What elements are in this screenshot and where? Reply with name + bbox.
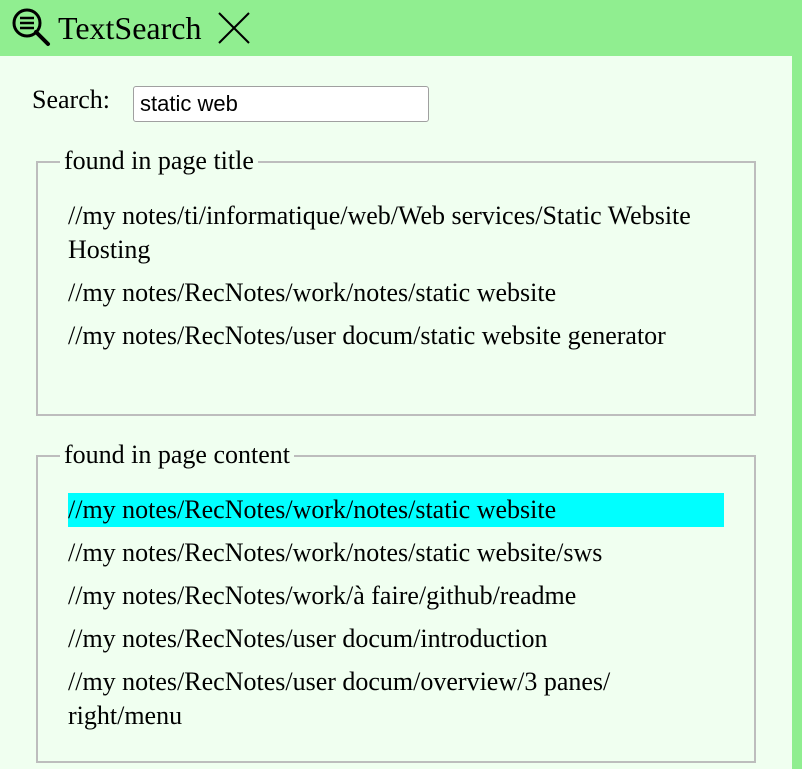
app-title: TextSearch bbox=[58, 10, 202, 46]
content-result-item[interactable]: //my notes/RecNotes/work/notes/static we… bbox=[68, 493, 724, 527]
search-list-icon bbox=[10, 6, 54, 50]
content-result-item[interactable]: //my notes/RecNotes/user docum/overview/… bbox=[68, 665, 724, 733]
close-icon[interactable] bbox=[215, 9, 253, 47]
title-result-item[interactable]: //my notes/ti/informatique/web/Web servi… bbox=[68, 199, 724, 267]
content-results-group: found in page content //my notes/RecNote… bbox=[36, 440, 756, 763]
panel-border bbox=[792, 56, 802, 769]
title-bar: TextSearch bbox=[0, 0, 802, 56]
content-results-list: //my notes/RecNotes/work/notes/static we… bbox=[68, 493, 724, 742]
title-results-legend: found in page title bbox=[60, 146, 258, 176]
title-result-item[interactable]: //my notes/RecNotes/user docum/static we… bbox=[68, 319, 724, 353]
content-result-item[interactable]: //my notes/RecNotes/user docum/introduct… bbox=[68, 622, 724, 656]
text-search-window: TextSearch Search: found in page title /… bbox=[0, 0, 802, 769]
title-results-group: found in page title //my notes/ti/inform… bbox=[36, 146, 756, 416]
content-results-legend: found in page content bbox=[60, 440, 294, 470]
title-results-list: //my notes/ti/informatique/web/Web servi… bbox=[68, 199, 724, 362]
content-result-item[interactable]: //my notes/RecNotes/work/notes/static we… bbox=[68, 536, 724, 570]
search-input[interactable] bbox=[133, 86, 429, 122]
content-result-item[interactable]: //my notes/RecNotes/work/à faire/github/… bbox=[68, 579, 724, 613]
search-row: Search: bbox=[32, 85, 110, 115]
title-result-item[interactable]: //my notes/RecNotes/work/notes/static we… bbox=[68, 276, 724, 310]
search-label: Search: bbox=[32, 85, 110, 114]
